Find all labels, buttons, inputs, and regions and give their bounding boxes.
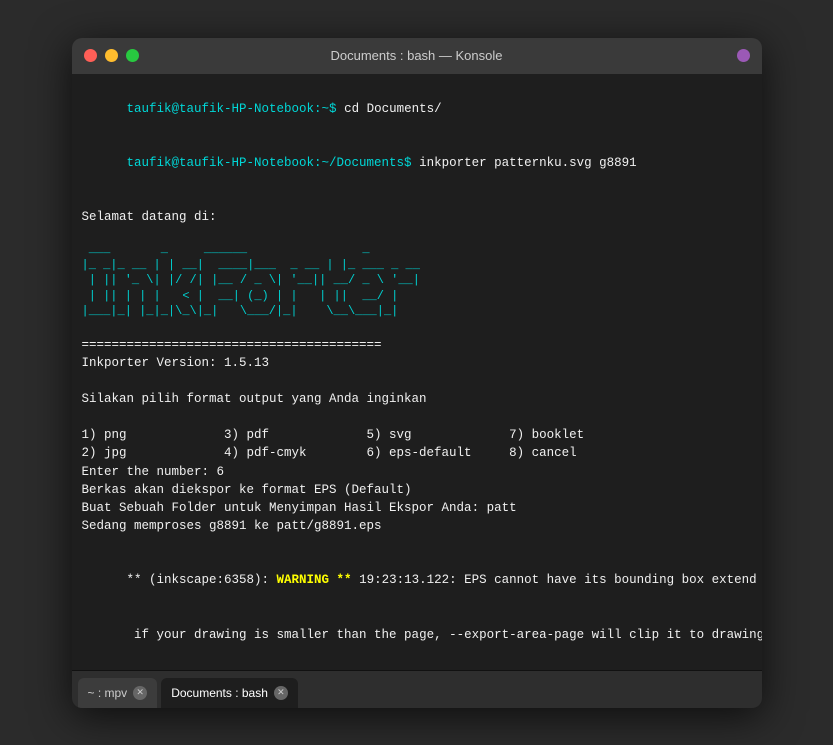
tab-documents-bash[interactable]: Documents : bash ✕ [161, 678, 298, 708]
terminal-body[interactable]: taufik@taufik-HP-Notebook:~$ cd Document… [72, 74, 762, 670]
blank-3 [82, 408, 752, 426]
tab-mpv-label: ~ : mpv [88, 686, 128, 700]
tab-documents-bash-label: Documents : bash [171, 686, 268, 700]
blank-4 [82, 535, 752, 553]
maximize-button[interactable] [126, 49, 139, 62]
blank-5 [82, 662, 752, 670]
enter-number: Enter the number: 6 [82, 463, 752, 481]
welcome-text: Selamat datang di: [82, 208, 752, 226]
tabbar: ~ : mpv ✕ Documents : bash ✕ [72, 670, 762, 708]
blank-2 [82, 372, 752, 390]
format-chosen: Berkas akan diekspor ke format EPS (Defa… [82, 481, 752, 499]
window-buttons [84, 49, 139, 62]
close-button[interactable] [84, 49, 97, 62]
cmd-line-2: taufik@taufik-HP-Notebook:~/Documents$ i… [82, 136, 752, 190]
tab-documents-bash-close[interactable]: ✕ [274, 686, 288, 700]
menu-row-2: 2) jpg 4) pdf-cmyk 6) eps-default 8) can… [82, 444, 752, 462]
tab-mpv[interactable]: ~ : mpv ✕ [78, 678, 158, 708]
window-title: Documents : bash — Konsole [331, 48, 503, 63]
konsole-window: Documents : bash — Konsole taufik@taufik… [72, 38, 762, 708]
format-prompt: Silakan pilih format output yang Anda in… [82, 390, 752, 408]
menu-row-1: 1) png 3) pdf 5) svg 7) booklet [82, 426, 752, 444]
minimize-button[interactable] [105, 49, 118, 62]
divider: ======================================== [82, 336, 752, 354]
processing: Sedang memproses g8891 ke patt/g8891.eps [82, 517, 752, 535]
titlebar: Documents : bash — Konsole [72, 38, 762, 74]
folder-create: Buat Sebuah Folder untuk Menyimpan Hasil… [82, 499, 752, 517]
profile-dot [737, 49, 750, 62]
blank-1 [82, 190, 752, 208]
tab-mpv-close[interactable]: ✕ [133, 686, 147, 700]
cmd-line-1: taufik@taufik-HP-Notebook:~$ cd Document… [82, 82, 752, 136]
version-line: Inkporter Version: 1.5.13 [82, 354, 752, 372]
warning-1: ** (inkscape:6358): WARNING ** 19:23:13.… [82, 553, 752, 607]
warning-1-cont: if your drawing is smaller than the page… [82, 608, 752, 662]
ascii-art-logo: ___ _ ______ _ |_ _|_ __ | | __| ____|__… [82, 227, 752, 336]
